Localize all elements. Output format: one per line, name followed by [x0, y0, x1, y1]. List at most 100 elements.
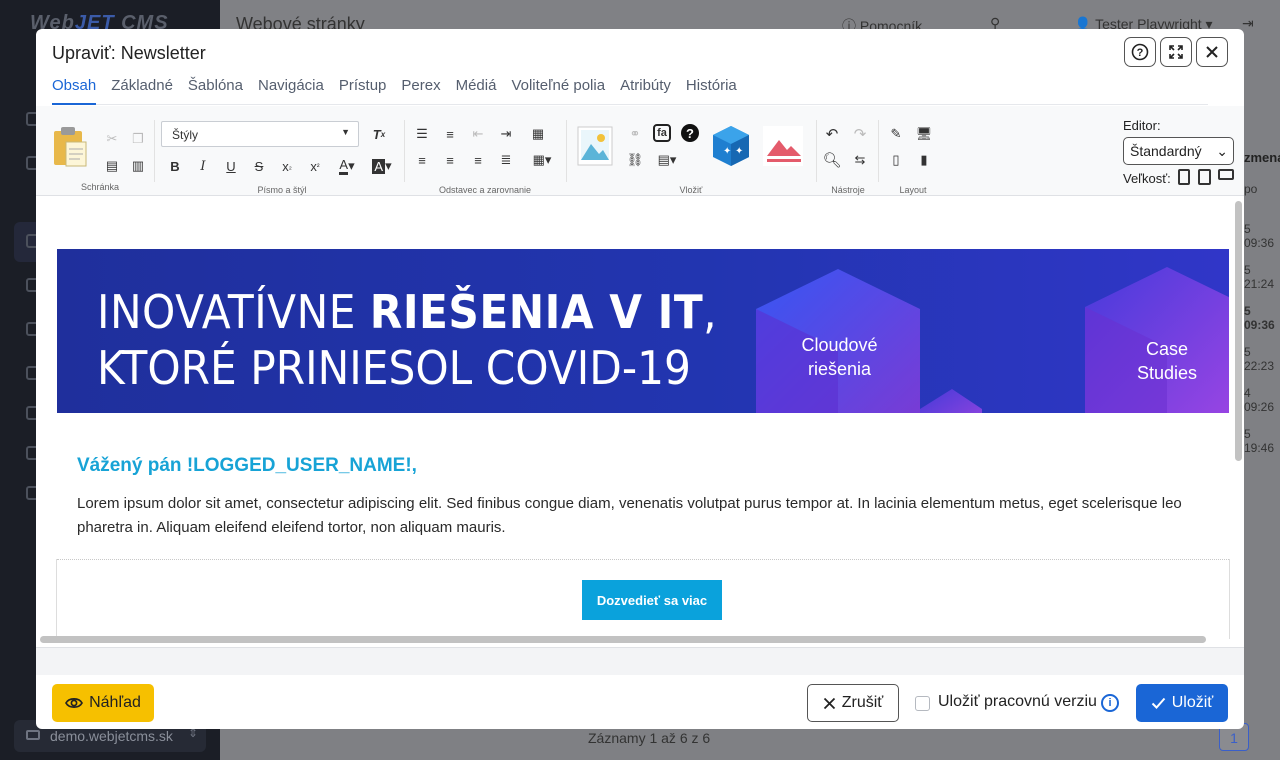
table-cell: 5 22:23	[1244, 345, 1275, 373]
table-cell: 5 09:36	[1244, 304, 1275, 332]
desktop-icon[interactable]: 🖥︎	[914, 124, 934, 144]
editor-content-area[interactable]: INOVATÍVNE RIEŠENIA V IT, KTORÉ PRINIESO…	[36, 197, 1244, 647]
replace-icon[interactable]: ⇆	[850, 150, 870, 170]
close-icon	[823, 697, 835, 709]
link-icon[interactable]: ⛓	[625, 150, 645, 170]
size-phone-icon[interactable]	[1178, 169, 1190, 185]
show-blocks-icon[interactable]: ▦	[528, 124, 548, 144]
align-justify-icon[interactable]: ≣	[496, 150, 516, 170]
help-button[interactable]: ?	[1124, 37, 1156, 67]
tab-navigacia[interactable]: Navigácia	[258, 77, 324, 105]
edit-source-icon[interactable]: ✎	[886, 124, 906, 144]
close-icon	[1206, 46, 1218, 58]
styles-dropdown-label: Štýly	[172, 128, 199, 142]
block-border	[1229, 559, 1230, 639]
toolbar-separator	[154, 120, 155, 182]
records-info: Záznamy 1 až 6 z 6	[588, 730, 711, 746]
align-left-icon[interactable]: ≡	[412, 150, 432, 170]
remove-format-icon[interactable]: Tx	[369, 124, 389, 144]
tab-perex[interactable]: Perex	[401, 77, 440, 105]
font-awesome-icon[interactable]: fa	[653, 124, 671, 142]
undo-icon[interactable]: ↶	[822, 124, 842, 144]
expand-icon	[1169, 45, 1183, 59]
find-icon[interactable]: 🔍︎	[822, 150, 842, 170]
tab-historia[interactable]: História	[686, 77, 737, 105]
svg-text:✦: ✦	[723, 146, 731, 157]
domain-label: demo.webjetcms.sk	[50, 728, 173, 744]
tab-atributy[interactable]: Atribúty	[620, 77, 671, 105]
tab-media[interactable]: Médiá	[456, 77, 497, 105]
editor-select[interactable]: Štandardný ⌄	[1123, 137, 1234, 165]
styles-dropdown[interactable]: Štýly ▼	[161, 121, 359, 147]
align-center-icon[interactable]: ≡	[440, 150, 460, 170]
column-header: zmena	[1244, 150, 1280, 165]
vertical-scrollbar[interactable]	[1235, 201, 1242, 461]
tab-volitelne-polia[interactable]: Voliteľné polia	[511, 77, 605, 105]
check-icon	[1151, 697, 1165, 709]
italic-icon[interactable]: I	[193, 156, 213, 176]
numbered-list-icon[interactable]: ≡	[440, 124, 460, 144]
tab-sablona[interactable]: Šablóna	[188, 77, 243, 105]
tab-bar: Obsah Základné Šablóna Navigácia Prístup…	[52, 77, 1208, 105]
tab-pristup[interactable]: Prístup	[339, 77, 387, 105]
gallery-icon[interactable]	[763, 126, 803, 166]
components-cube-icon[interactable]: ✦ ✦	[711, 124, 751, 168]
question-circle-icon: ?	[1131, 43, 1149, 61]
table-cell: 5 19:46	[1244, 427, 1275, 455]
save-button[interactable]: Uložiť	[1136, 684, 1228, 722]
group-label-tools: Nástroje	[831, 185, 865, 195]
help-circle-icon[interactable]: ?	[681, 124, 699, 142]
group-label-paragraph: Odstavec a zarovnanie	[438, 185, 532, 195]
toolbar-separator	[816, 120, 817, 182]
editor-label: Editor:	[1123, 118, 1161, 133]
tab-zakladne[interactable]: Základné	[111, 77, 173, 105]
maximize-button[interactable]	[1160, 37, 1192, 67]
horizontal-scrollbar[interactable]	[40, 636, 1206, 643]
underline-icon[interactable]: U	[221, 156, 241, 176]
background-color-icon[interactable]: A ▾	[367, 156, 397, 176]
redo-icon[interactable]: ↷	[850, 124, 870, 144]
tab-obsah[interactable]: Obsah	[52, 77, 97, 105]
paste-icon[interactable]	[52, 126, 88, 168]
subscript-icon[interactable]: x₂	[277, 156, 297, 176]
tablet-icon[interactable]: ▯	[886, 150, 906, 170]
group-label-layout: Layout	[899, 185, 927, 195]
cancel-button[interactable]: Zrušiť	[807, 684, 899, 722]
size-desktop-icon[interactable]	[1218, 169, 1234, 180]
superscript-icon[interactable]: x²	[305, 156, 325, 176]
toolbar-separator	[566, 120, 567, 182]
close-button[interactable]	[1196, 37, 1228, 67]
outdent-icon[interactable]: ⇤	[468, 124, 488, 144]
indent-icon[interactable]: ⇥	[496, 124, 516, 144]
info-icon[interactable]: i	[1101, 694, 1119, 712]
paste-word-icon[interactable]: ▥	[128, 156, 148, 176]
newsletter-banner: INOVATÍVNE RIEŠENIA V IT, KTORÉ PRINIESO…	[57, 249, 1229, 413]
bold-icon[interactable]: B	[165, 156, 185, 176]
preview-button[interactable]: Náhľad	[52, 684, 154, 722]
save-draft-checkbox[interactable]	[915, 696, 930, 711]
unlink-icon[interactable]: ⚭	[625, 124, 645, 144]
toolbar-separator	[404, 120, 405, 182]
cancel-button-label: Zrušiť	[841, 694, 884, 711]
preview-button-label: Náhľad	[89, 694, 141, 711]
image-icon[interactable]	[577, 126, 613, 166]
chevron-down-icon: ⌄	[1216, 143, 1228, 159]
toolbar-group-clipboard: ✂ ❐ ▤ ▥ Schránka	[50, 114, 150, 194]
table-icon[interactable]: ▦▾	[528, 150, 556, 170]
toolbar-separator	[878, 120, 879, 182]
bulleted-list-icon[interactable]: ☰	[412, 124, 432, 144]
size-tablet-icon[interactable]	[1198, 169, 1211, 185]
text-color-icon[interactable]: A ▾	[333, 156, 361, 176]
learn-more-button[interactable]: Dozvedieť sa viac	[582, 580, 722, 620]
svg-text:?: ?	[1137, 47, 1144, 59]
edit-page-modal: Upraviť: Newsletter ? Obsah Základné Šab…	[36, 29, 1244, 729]
phone-icon[interactable]: ▮	[914, 150, 934, 170]
cut-icon[interactable]: ✂	[102, 129, 122, 149]
align-right-icon[interactable]: ≡	[468, 150, 488, 170]
content-divider	[57, 559, 1229, 560]
form-icon[interactable]: ▤▾	[653, 150, 681, 170]
strikethrough-icon[interactable]: S	[249, 156, 269, 176]
column-subheader: po	[1244, 182, 1258, 196]
copy-icon[interactable]: ❐	[128, 129, 148, 149]
paste-text-icon[interactable]: ▤	[102, 156, 122, 176]
